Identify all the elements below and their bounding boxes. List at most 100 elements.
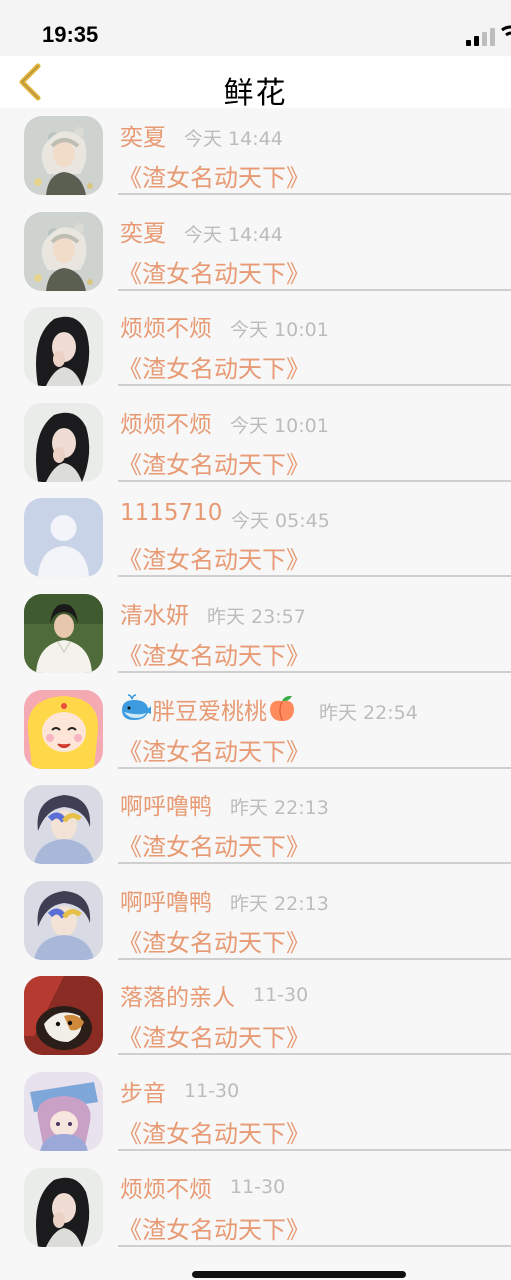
book-title[interactable]: 《渣女名动天下》 <box>118 445 310 480</box>
book-title[interactable]: 《渣女名动天下》 <box>118 923 310 958</box>
list-item[interactable]: 胖豆爱桃桃 昨天 22:54 《渣女名动天下》 <box>0 682 511 778</box>
user-name[interactable]: 步音 <box>120 1074 166 1108</box>
avatar-sailor-moon <box>24 689 103 769</box>
user-name[interactable]: 烦烦不烦 <box>120 1170 212 1204</box>
user-name[interactable]: 烦烦不烦 <box>120 405 212 439</box>
divider <box>118 670 511 673</box>
user-name[interactable]: 奕夏 <box>120 214 166 248</box>
book-title[interactable]: 《渣女名动天下》 <box>118 1018 310 1053</box>
timestamp: 昨天 23:57 <box>207 605 306 628</box>
timestamp: 昨天 22:54 <box>319 701 418 724</box>
avatar-anime-girl-book <box>24 1071 103 1151</box>
divider <box>118 766 511 769</box>
flower-giver-list: 奕夏 今天 14:44 《渣女名动天下》 奕夏 今天 14:44 《渣女名动天下》 烦烦… <box>0 108 511 1255</box>
user-name[interactable]: 啊呼噜鸭 <box>120 787 212 821</box>
avatar-man-white-shirt <box>24 593 103 673</box>
book-title[interactable]: 《渣女名动天下》 <box>118 540 310 575</box>
avatar-default-user <box>24 498 103 578</box>
status-time: 19:35 <box>42 22 99 47</box>
divider <box>118 384 511 387</box>
book-title[interactable]: 《渣女名动天下》 <box>118 349 310 384</box>
list-item[interactable]: 奕夏 今天 14:44 《渣女名动天下》 <box>0 204 511 300</box>
book-title[interactable]: 《渣女名动天下》 <box>118 158 310 193</box>
home-indicator[interactable] <box>192 1271 406 1278</box>
user-name-text: 烦烦不烦 <box>120 1176 212 1203</box>
user-name[interactable]: 1115710 <box>120 500 222 526</box>
avatar[interactable] <box>24 116 103 195</box>
wifi-icon <box>501 25 511 37</box>
user-name-text: 1115710 <box>120 500 223 527</box>
user-name-text: 烦烦不烦 <box>120 316 212 343</box>
avatar[interactable] <box>24 976 103 1056</box>
avatar[interactable] <box>24 1071 103 1151</box>
avatar-anime-white-hair <box>24 116 103 195</box>
avatar[interactable] <box>24 593 103 673</box>
timestamp: 今天 05:45 <box>231 510 330 533</box>
divider <box>118 479 511 482</box>
avatar-calico-cat <box>24 976 103 1056</box>
avatar[interactable] <box>24 498 103 578</box>
status-bar: 19:35 <box>0 0 511 56</box>
book-title[interactable]: 《渣女名动天下》 <box>118 254 310 289</box>
user-name-text: 啊呼噜鸭 <box>120 889 212 916</box>
user-name[interactable]: 胖豆爱桃桃 <box>120 692 297 726</box>
user-name-text: 烦烦不烦 <box>120 411 212 438</box>
timestamp: 昨天 22:13 <box>230 797 329 820</box>
avatar-girl-black-hair <box>24 402 103 482</box>
book-title[interactable]: 《渣女名动天下》 <box>118 827 310 862</box>
divider <box>118 862 511 865</box>
avatar[interactable] <box>24 1167 103 1247</box>
page-title: 鲜花 <box>223 76 288 111</box>
book-title[interactable]: 《渣女名动天下》 <box>118 1210 310 1245</box>
peach-icon <box>270 695 294 721</box>
book-title[interactable]: 《渣女名动天下》 <box>118 636 310 671</box>
divider <box>118 575 511 578</box>
user-name[interactable]: 烦烦不烦 <box>120 309 212 343</box>
list-item[interactable]: 1115710 今天 05:45 《渣女名动天下》 <box>0 490 511 586</box>
divider <box>118 193 511 195</box>
divider <box>118 1244 511 1247</box>
timestamp: 今天 14:44 <box>184 128 283 150</box>
cellular-signal-icon <box>466 28 495 46</box>
divider <box>118 957 511 960</box>
user-name-text: 步音 <box>120 1080 166 1107</box>
avatar[interactable] <box>24 307 103 387</box>
list-item[interactable]: 烦烦不烦 今天 10:01 《渣女名动天下》 <box>0 299 511 395</box>
user-name-text: 奕夏 <box>120 125 166 151</box>
timestamp: 今天 10:01 <box>230 319 329 342</box>
user-name[interactable]: 啊呼噜鸭 <box>120 883 212 917</box>
avatar[interactable] <box>24 402 103 482</box>
user-name-text: 清水妍 <box>120 602 189 629</box>
avatar[interactable] <box>24 689 103 769</box>
list-item[interactable]: 落落的亲人 11-30 《渣女名动天下》 <box>0 968 511 1064</box>
timestamp: 11-30 <box>253 984 309 1007</box>
avatar[interactable] <box>24 880 103 960</box>
list-item[interactable]: 烦烦不烦 今天 10:01 《渣女名动天下》 <box>0 395 511 491</box>
user-name-text: 奕夏 <box>120 220 166 247</box>
user-name[interactable]: 奕夏 <box>120 118 166 152</box>
avatar-girl-black-hair <box>24 1167 103 1247</box>
avatar-anime-boy-blue <box>24 880 103 960</box>
list-item[interactable]: 啊呼噜鸭 昨天 22:13 《渣女名动天下》 <box>0 777 511 873</box>
user-name[interactable]: 落落的亲人 <box>120 978 235 1012</box>
list-item[interactable]: 步音 11-30 《渣女名动天下》 <box>0 1064 511 1160</box>
timestamp: 11-30 <box>230 1175 286 1198</box>
avatar-anime-white-hair <box>24 211 103 291</box>
list-item[interactable]: 啊呼噜鸭 昨天 22:13 《渣女名动天下》 <box>0 873 511 969</box>
list-item[interactable]: 奕夏 今天 14:44 《渣女名动天下》 <box>0 108 511 204</box>
list-item[interactable]: 清水妍 昨天 23:57 《渣女名动天下》 <box>0 586 511 682</box>
user-name-text: 啊呼噜鸭 <box>120 794 212 821</box>
avatar[interactable] <box>24 785 103 865</box>
whale-icon <box>122 693 151 720</box>
book-title[interactable]: 《渣女名动天下》 <box>118 1114 310 1149</box>
user-name-text: 胖豆爱桃桃 <box>152 698 267 725</box>
avatar-anime-boy-blue <box>24 785 103 865</box>
book-title[interactable]: 《渣女名动天下》 <box>118 732 310 767</box>
timestamp: 今天 10:01 <box>230 414 329 437</box>
list-item[interactable]: 烦烦不烦 11-30 《渣女名动天下》 <box>0 1160 511 1256</box>
timestamp: 11-30 <box>184 1079 240 1102</box>
user-name[interactable]: 清水妍 <box>120 596 189 630</box>
avatar[interactable] <box>24 211 103 291</box>
divider <box>118 1148 511 1151</box>
user-name-text: 落落的亲人 <box>120 985 235 1012</box>
